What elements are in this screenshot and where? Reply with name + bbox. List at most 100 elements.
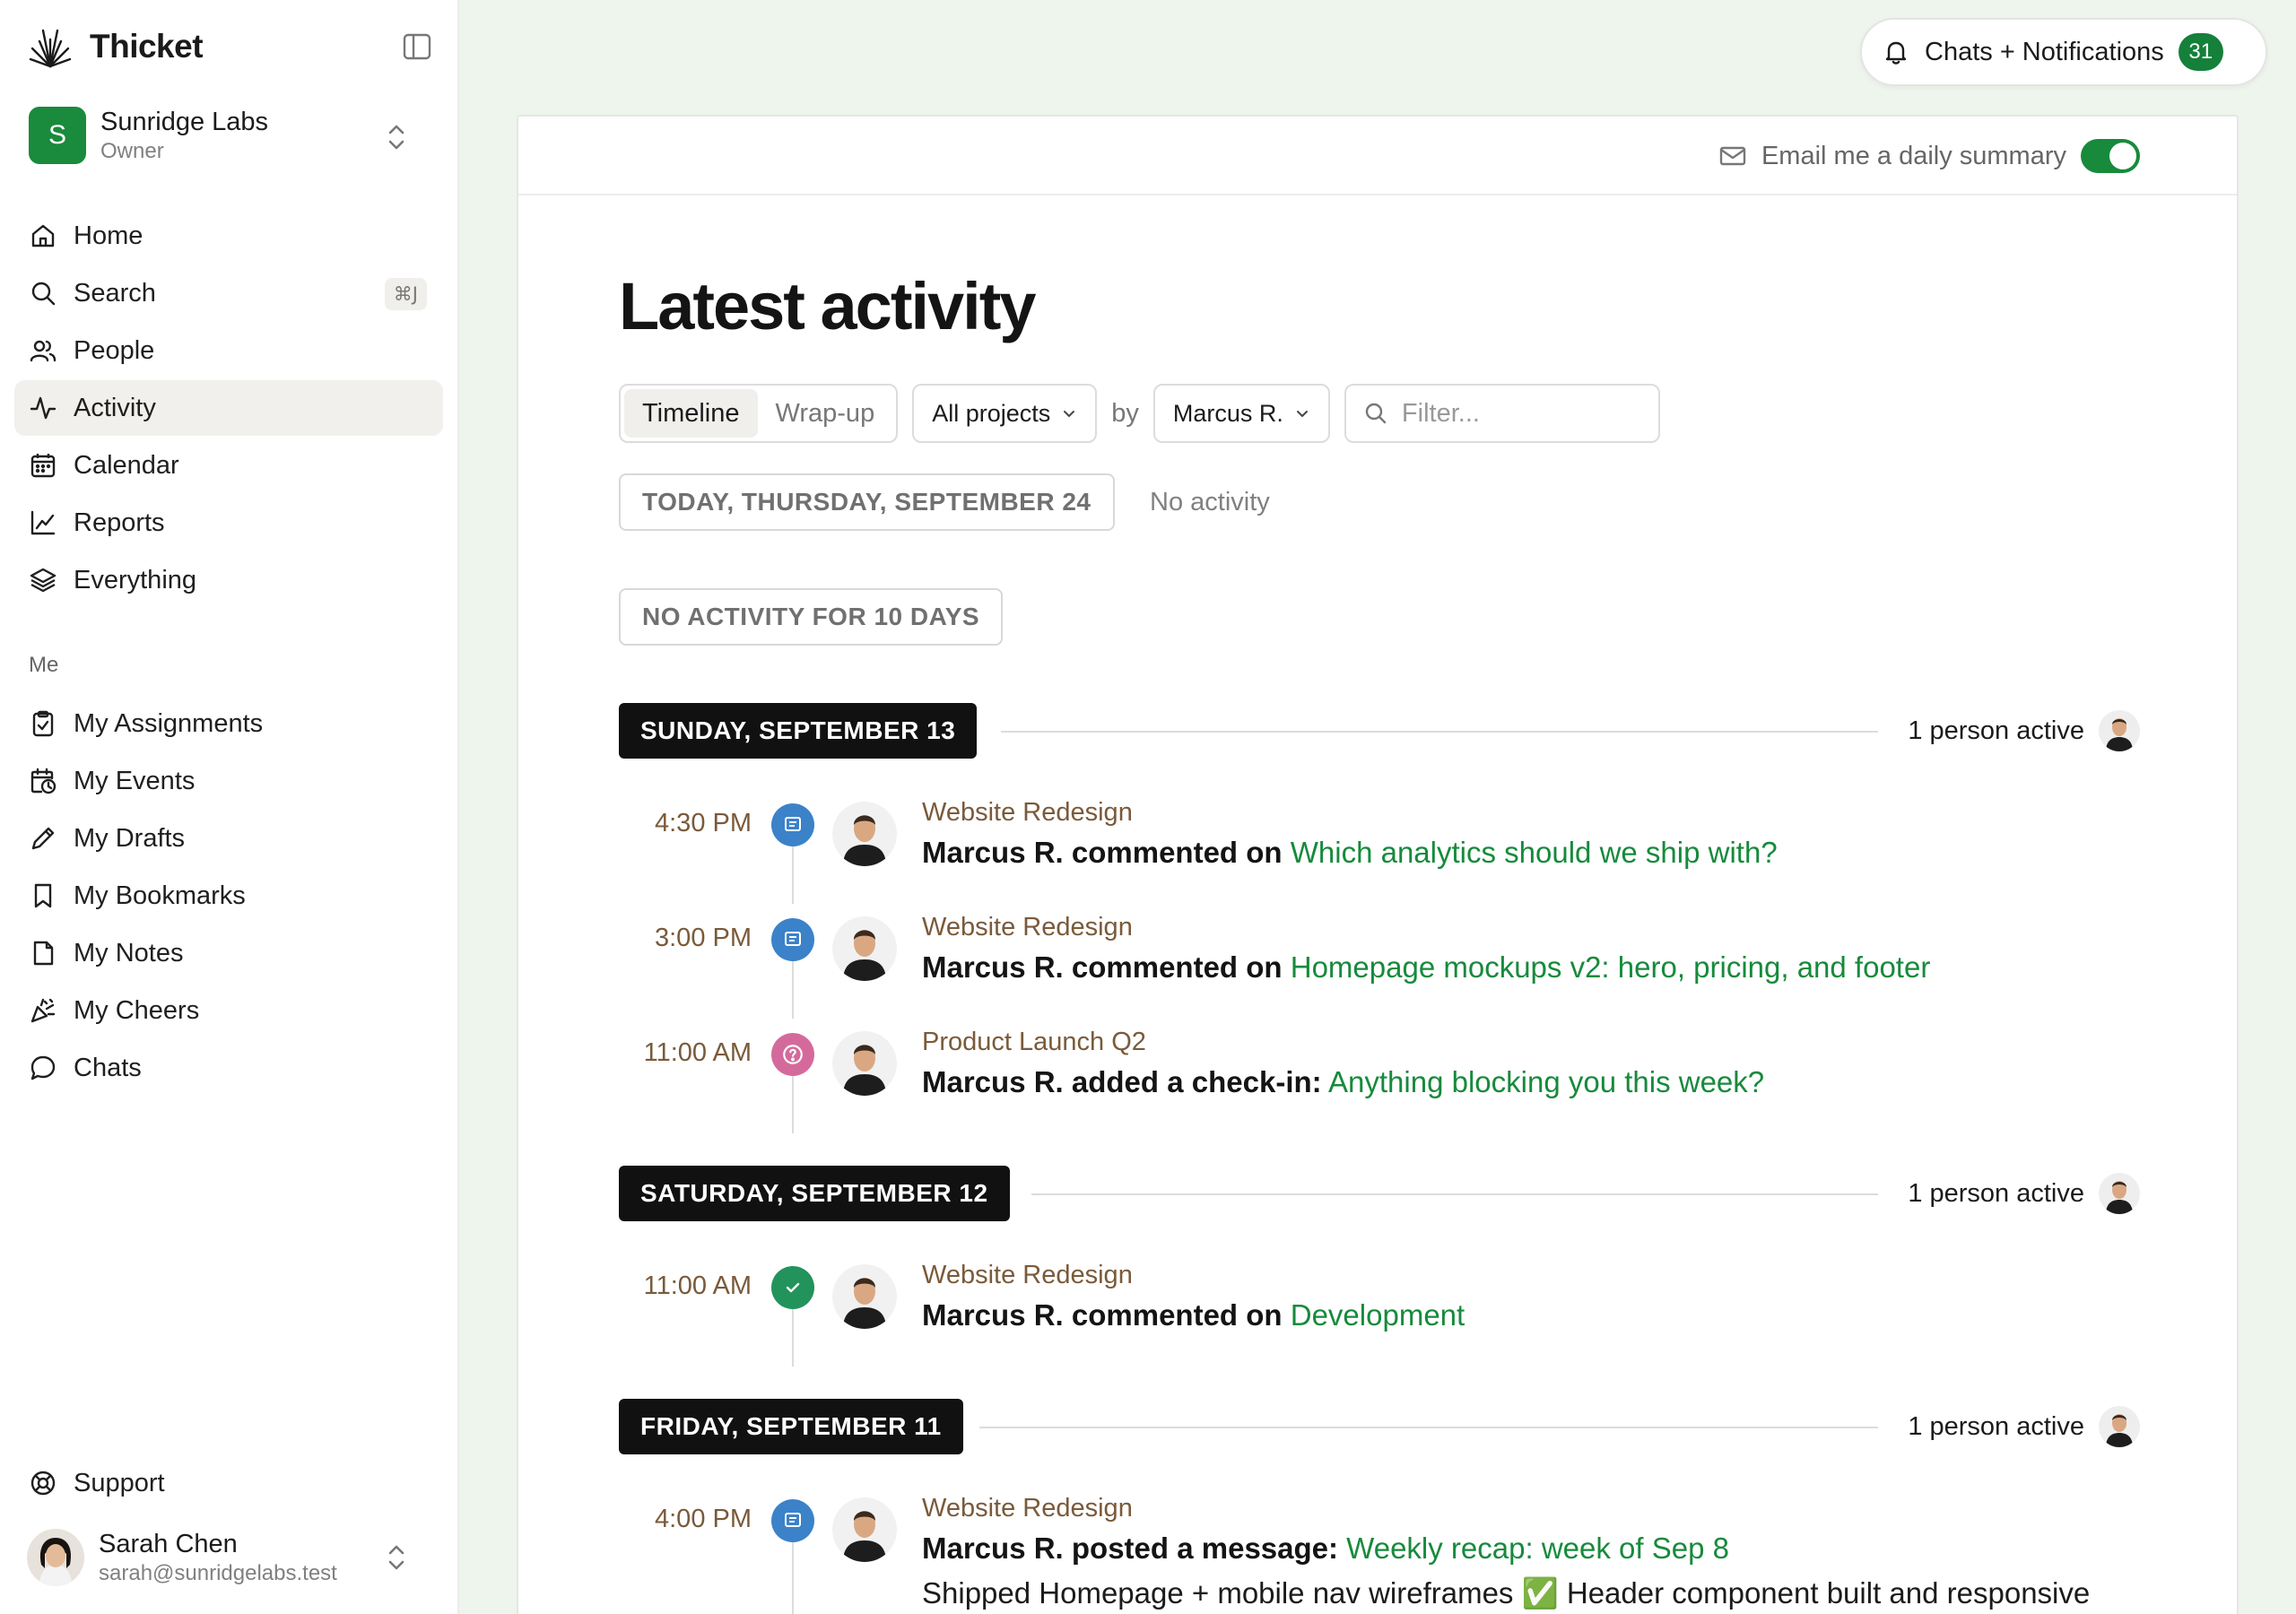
day-active-people[interactable]: 1 person active [1908, 1166, 2140, 1221]
filter-input[interactable] [1401, 398, 1644, 429]
nav-item-search[interactable]: Search ⌘J [14, 265, 443, 321]
org-avatar: S [29, 107, 86, 164]
project-dropdown[interactable]: All projects [912, 384, 1098, 443]
nav-label: People [74, 335, 155, 365]
event-link[interactable]: Homepage mockups v2: hero, pricing, and … [1291, 950, 1931, 984]
nav-item-activity[interactable]: Activity [14, 380, 443, 436]
toggle-knob [2109, 143, 2136, 169]
calendar-icon [30, 454, 56, 478]
activity-event: 4:00 PM Website Redesign Marcus R. poste… [619, 1485, 2140, 1614]
sidebar-toggle-icon[interactable] [402, 32, 432, 61]
nav-item-people[interactable]: People [14, 323, 443, 378]
nav-item-everything[interactable]: Everything [14, 552, 443, 608]
avatar [2099, 1406, 2140, 1447]
event-project[interactable]: Website Redesign [922, 913, 1133, 942]
activity-event: 11:00 AM Website Redesign Marcus R. comm… [619, 1252, 2140, 1367]
event-summary: Marcus R. commented on Homepage mockups … [922, 950, 1930, 985]
event-actor: Marcus R. posted a message: [922, 1532, 1338, 1565]
chevron-up-down-icon [388, 125, 404, 150]
nav-item-home[interactable]: Home [14, 208, 443, 264]
activity-icon [30, 396, 57, 420]
event-time: 11:00 AM [643, 1271, 752, 1300]
comment-badge-icon [771, 803, 814, 846]
person-dropdown-value: Marcus R. [1172, 399, 1283, 427]
nav-item-my-events[interactable]: My Events [14, 753, 443, 809]
reports-icon [30, 510, 56, 535]
nav-label: My Assignments [74, 708, 264, 738]
tab-wrap-up[interactable]: Wrap-up [758, 389, 893, 438]
mail-icon [1719, 146, 1746, 166]
nav-label: My Events [74, 766, 196, 795]
avatar [832, 1497, 897, 1562]
daily-summary-toggle[interactable] [2081, 139, 2140, 173]
event-link[interactable]: Development [1291, 1298, 1465, 1332]
avatar [832, 1264, 897, 1329]
day-divider [979, 1427, 1878, 1428]
day-header: SATURDAY, SEPTEMBER 12 1 person active [619, 1166, 2140, 1221]
view-switcher: Timeline Wrap-up [619, 384, 899, 443]
event-project[interactable]: Website Redesign [922, 1261, 1133, 1290]
activity-filters: Timeline Wrap-up All projects by Marcus … [619, 384, 1660, 443]
nav-label: Activity [74, 393, 156, 422]
person-dropdown[interactable]: Marcus R. [1152, 384, 1330, 443]
by-label: by [1111, 398, 1139, 428]
nav-item-reports[interactable]: Reports [14, 495, 443, 551]
page-title: Latest activity [619, 269, 1037, 343]
day-label: SUNDAY, SEPTEMBER 13 [619, 703, 978, 759]
nav-item-my-bookmarks[interactable]: My Bookmarks [14, 868, 443, 924]
event-excerpt: Shipped Homepage + mobile nav wireframes… [922, 1576, 2091, 1610]
nav-label: Everything [74, 565, 197, 594]
nav-label: Search [74, 278, 156, 308]
home-icon [31, 224, 55, 247]
avatar [832, 1031, 897, 1096]
nav-item-calendar[interactable]: Calendar [14, 438, 443, 493]
org-switcher[interactable]: S Sunridge Labs Owner [29, 104, 434, 167]
event-link[interactable]: Which analytics should we ship with? [1291, 836, 1778, 869]
day-active-people[interactable]: 1 person active [1908, 1399, 2140, 1454]
nav-label: Calendar [74, 450, 179, 480]
activity-event: 11:00 AM Product Launch Q2 Marcus R. add… [619, 1019, 2140, 1133]
org-name: Sunridge Labs [100, 108, 269, 136]
event-project[interactable]: Website Redesign [922, 798, 1133, 828]
day-header: SUNDAY, SEPTEMBER 13 1 person active [619, 703, 2140, 759]
timeline-line [792, 1309, 794, 1367]
event-link[interactable]: Weekly recap: week of Sep 8 [1346, 1532, 1729, 1565]
day-header: FRIDAY, SEPTEMBER 11 1 person active [619, 1399, 2140, 1454]
nav-label: My Notes [74, 938, 184, 968]
timeline-line [792, 846, 794, 904]
activity-card: Email me a daily summary Latest activity… [517, 115, 2239, 1614]
nav-item-my-drafts[interactable]: My Drafts [14, 811, 443, 866]
chevron-down-icon [1296, 411, 1308, 418]
day-active-people[interactable]: 1 person active [1908, 703, 2140, 759]
active-count: 1 person active [1908, 716, 2084, 745]
nav-item-chats[interactable]: Chats [14, 1040, 443, 1096]
active-count: 1 person active [1908, 1411, 2084, 1441]
nav-label: My Drafts [74, 823, 186, 853]
brand-name: Thicket [90, 28, 204, 65]
chevron-up-down-icon [388, 1545, 404, 1570]
nav-item-my-cheers[interactable]: My Cheers [14, 983, 443, 1038]
daily-summary-label: Email me a daily summary [1761, 141, 2066, 170]
brand[interactable]: Thicket [27, 23, 204, 70]
event-link[interactable]: Anything blocking you this week? [1328, 1065, 1764, 1098]
lifebuoy-icon [30, 1471, 56, 1496]
nav-item-my-notes[interactable]: My Notes [14, 925, 443, 981]
avatar [27, 1529, 84, 1586]
tab-timeline[interactable]: Timeline [624, 389, 758, 438]
day-divider [1001, 731, 1878, 733]
avatar [2099, 710, 2140, 751]
notifications-button[interactable]: Chats + Notifications 31 [1860, 18, 2267, 86]
support-link[interactable]: Support [29, 1456, 165, 1510]
event-actor: Marcus R. commented on [922, 950, 1283, 984]
nav-item-my-assignments[interactable]: My Assignments [14, 696, 443, 751]
nav-label: Chats [74, 1053, 142, 1082]
event-project[interactable]: Product Launch Q2 [922, 1028, 1146, 1057]
event-actor: Marcus R. commented on [922, 836, 1283, 869]
search-icon [31, 282, 56, 306]
event-summary: Marcus R. commented on Which analytics s… [922, 836, 1778, 870]
user-menu[interactable]: Sarah Chen sarah@sunridgelabs.test [27, 1524, 434, 1591]
event-project[interactable]: Website Redesign [922, 1494, 1133, 1523]
timeline-line [792, 1542, 794, 1614]
bookmark-icon [34, 883, 52, 908]
today-date-tag: TODAY, THURSDAY, SEPTEMBER 24 [619, 473, 1115, 531]
